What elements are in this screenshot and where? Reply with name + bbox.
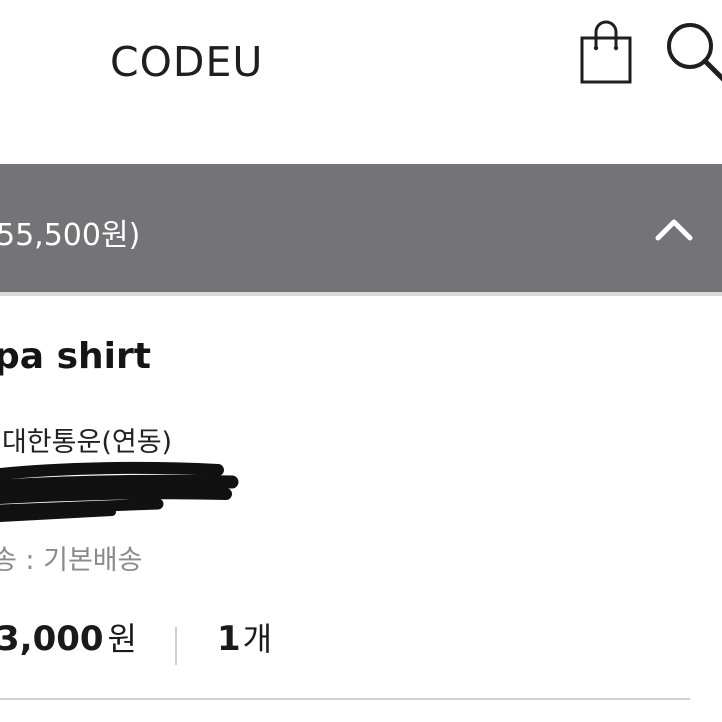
cart-button[interactable] (576, 14, 636, 88)
order-page: CODEU 55,500원) pa shirt J대한통운(연동) 송: 기본… (0, 0, 722, 722)
item-quantity: 1 (217, 619, 241, 659)
order-item: pa shirt J대한통운(연동) 송 : 기본배송 3,000 원 1개 (0, 296, 722, 722)
header: CODEU (0, 0, 722, 164)
quantity-unit: 개 (242, 620, 273, 658)
chevron-up-icon[interactable] (652, 212, 696, 244)
brand-logo[interactable]: CODEU (110, 38, 263, 86)
order-total-text: 55,500원) (0, 218, 141, 253)
price-currency: 원 (107, 620, 137, 658)
order-summary-toggle[interactable]: 55,500원) (0, 164, 722, 292)
shipping-method: 송 : 기본배송 (0, 545, 143, 576)
shopping-bag-icon (580, 20, 632, 84)
price-divider (175, 626, 177, 665)
price-quantity-row: 3,000 원 1개 (0, 614, 273, 665)
redaction-marker (0, 461, 239, 522)
item-price: 3,000 (0, 619, 104, 659)
product-name[interactable]: pa shirt (0, 336, 151, 377)
search-button[interactable] (662, 18, 722, 86)
search-icon (667, 23, 722, 82)
item-divider (0, 698, 690, 700)
product-option: J대한통운(연동) (0, 427, 173, 458)
